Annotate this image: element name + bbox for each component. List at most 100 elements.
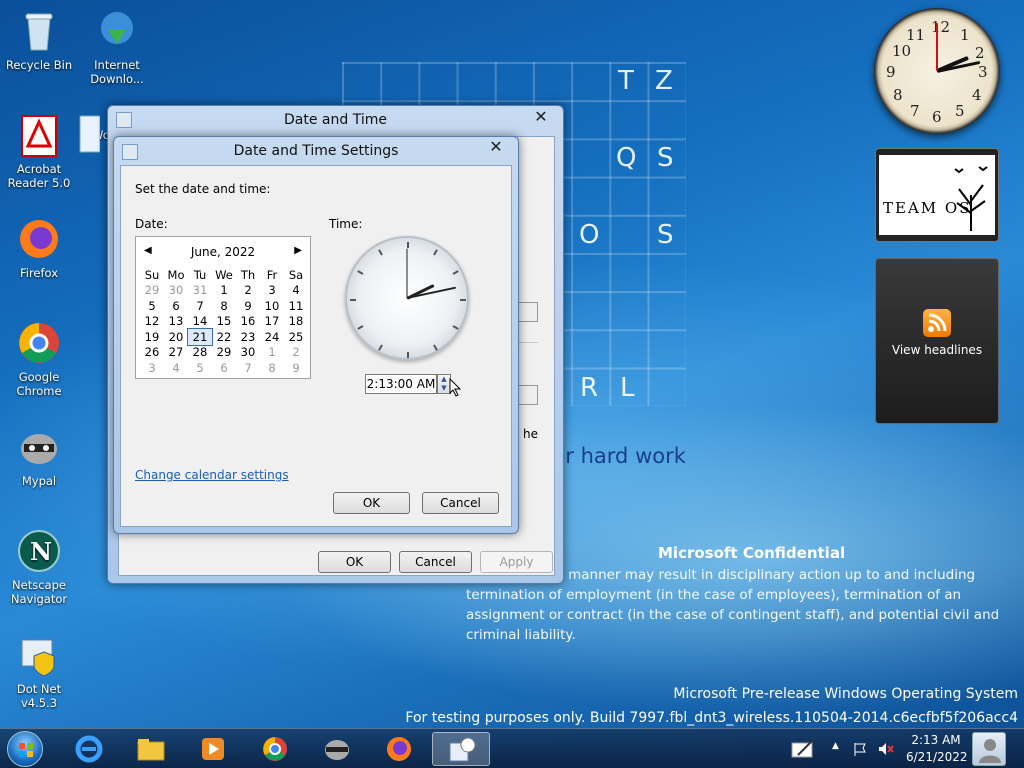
slideshow-gadget[interactable]: TEAM OS (875, 148, 999, 242)
calendar-day[interactable]: 7 (236, 360, 260, 376)
calendar-day[interactable]: 30 (164, 283, 188, 299)
mypal-raccoon-icon (16, 424, 62, 470)
action-center-flag-icon[interactable] (852, 741, 868, 757)
clock-gadget-number: 4 (972, 86, 982, 104)
taskbar-date-time[interactable] (432, 732, 490, 766)
calendar-day[interactable]: 6 (164, 298, 188, 314)
calendar-day[interactable]: 20 (164, 329, 188, 345)
cancel-button[interactable]: Cancel (399, 551, 472, 573)
desktop-icon-document[interactable]: Wo (78, 112, 110, 153)
tray-time[interactable]: 2:13 AM (906, 733, 966, 747)
build-watermark-line2: For testing purposes only. Build 7997.fb… (405, 710, 1018, 726)
calendar-day[interactable]: 29 (212, 345, 236, 361)
volume-muted-icon[interactable] (877, 741, 895, 757)
calendar-day[interactable]: 16 (236, 314, 260, 330)
calendar-day[interactable]: 1 (212, 283, 236, 299)
tray-date[interactable]: 6/21/2022 (906, 750, 968, 764)
close-icon[interactable]: ✕ (486, 137, 506, 156)
calendar-day[interactable]: 4 (164, 360, 188, 376)
wallpaper-slogan: ur hard work (552, 444, 686, 468)
calendar-day[interactable]: 15 (212, 314, 236, 330)
tray-pen-icon[interactable] (790, 737, 818, 761)
feed-headlines-gadget[interactable]: View headlines (875, 258, 999, 424)
calendar-day[interactable]: 3 (260, 283, 284, 299)
user-avatar-icon[interactable] (972, 732, 1006, 766)
calendar-day[interactable]: 4 (284, 283, 308, 299)
desktop-icon-netscape-navigator[interactable]: N Netscape Navigator (1, 528, 77, 606)
taskbar-media-player[interactable] (186, 732, 240, 766)
desktop-icon-recycle-bin[interactable]: Recycle Bin (1, 8, 77, 72)
desktop-icon-dot-net[interactable]: Dot Net v4.5.3 (1, 632, 77, 710)
calendar-day[interactable]: 8 (212, 298, 236, 314)
acrobat-reader-icon (16, 112, 62, 158)
ok-button[interactable]: OK (318, 551, 391, 573)
calendar-day[interactable]: 8 (260, 360, 284, 376)
calendar-month-title[interactable]: June, 2022 (136, 245, 310, 259)
calendar-day[interactable]: 24 (260, 329, 284, 345)
desktop-icon-firefox[interactable]: Firefox (1, 216, 77, 280)
taskbar-chrome[interactable] (248, 732, 302, 766)
calendar-day[interactable]: 13 (164, 314, 188, 330)
clock-tick (378, 344, 383, 351)
clock-gadget[interactable]: 12 1 2 3 4 5 6 7 8 9 10 11 (874, 8, 1000, 134)
calendar-day[interactable]: 26 (140, 345, 164, 361)
calendar-day[interactable]: 27 (164, 345, 188, 361)
calendar-day[interactable]: 5 (188, 360, 212, 376)
taskbar-firefox[interactable] (372, 732, 426, 766)
calendar-day[interactable]: 17 (260, 314, 284, 330)
firefox-icon (387, 737, 411, 761)
obscured-button[interactable] (518, 302, 538, 322)
calendar[interactable]: ◀ June, 2022 ▶ Su Mo Tu We Th Fr Sa 29 3… (135, 236, 311, 379)
clock-second-hand (406, 248, 408, 299)
calendar-day[interactable]: 6 (212, 360, 236, 376)
clock-gadget-number: 10 (892, 42, 912, 60)
calendar-day-selected[interactable]: 21 (187, 328, 213, 346)
clock-tick (433, 344, 438, 351)
weekday-header: Su (144, 267, 160, 282)
calendar-day[interactable]: 22 (212, 329, 236, 345)
calendar-day[interactable]: 30 (236, 345, 260, 361)
desktop-icon-mypal[interactable]: Mypal (1, 424, 77, 488)
apply-button[interactable]: Apply (480, 551, 553, 573)
calendar-day[interactable]: 9 (236, 298, 260, 314)
calendar-day[interactable]: 28 (188, 345, 212, 361)
desktop-icon-google-chrome[interactable]: Google Chrome (1, 320, 77, 398)
start-button[interactable] (7, 731, 43, 767)
time-input[interactable]: 2:13:00 AM (365, 374, 437, 394)
ok-button[interactable]: OK (333, 492, 410, 514)
close-icon[interactable]: ✕ (531, 107, 551, 126)
clock-tick (357, 270, 364, 275)
view-headlines-link[interactable]: View headlines (876, 343, 998, 357)
calendar-day[interactable]: 23 (236, 329, 260, 345)
calendar-day[interactable]: 2 (236, 283, 260, 299)
show-hidden-icons-arrow[interactable]: ▲ (832, 741, 839, 751)
date-time-window-title: Date and Time (284, 112, 387, 128)
calendar-day[interactable]: 9 (284, 360, 308, 376)
calendar-day[interactable]: 11 (284, 298, 308, 314)
calendar-day[interactable]: 5 (140, 298, 164, 314)
calendar-grid: Su Mo Tu We Th Fr Sa 29 30 31 1 2 3 4 5 … (140, 267, 308, 376)
calendar-day[interactable]: 10 (260, 298, 284, 314)
calendar-day[interactable]: 31 (188, 283, 212, 299)
explorer-folder-icon (137, 739, 165, 761)
calendar-day[interactable]: 2 (284, 345, 308, 361)
taskbar-internet-explorer[interactable] (62, 732, 116, 766)
taskbar-mypal[interactable] (310, 732, 364, 766)
calendar-day[interactable]: 1 (260, 345, 284, 361)
taskbar-explorer[interactable] (124, 732, 178, 766)
calendar-day[interactable]: 18 (284, 314, 308, 330)
desktop-icon-acrobat-reader[interactable]: Acrobat Reader 5.0 (1, 112, 77, 190)
calendar-day[interactable]: 7 (188, 298, 212, 314)
calendar-day[interactable]: 29 (140, 283, 164, 299)
desktop-icon-internet-download-manager[interactable]: Internet Downlo... (79, 8, 155, 86)
obscured-button[interactable] (518, 385, 538, 405)
next-month-icon[interactable]: ▶ (294, 245, 302, 256)
calendar-day[interactable]: 19 (140, 329, 164, 345)
clock-gadget-number: 1 (960, 26, 970, 44)
cancel-button[interactable]: Cancel (422, 492, 499, 514)
change-calendar-settings-link[interactable]: Change calendar settings (135, 468, 289, 482)
calendar-day[interactable]: 14 (188, 314, 212, 330)
calendar-day[interactable]: 3 (140, 360, 164, 376)
calendar-day[interactable]: 25 (284, 329, 308, 345)
calendar-day[interactable]: 12 (140, 314, 164, 330)
